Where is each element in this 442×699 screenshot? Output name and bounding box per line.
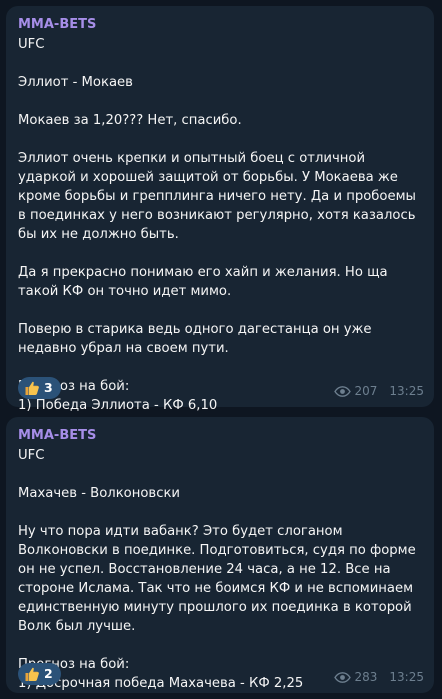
thumbs-up-icon xyxy=(25,381,39,395)
message-meta: 207 13:25 xyxy=(333,383,424,399)
message-bubble[interactable]: MMA-BETS UFC Махачев - Волконовски Ну чт… xyxy=(6,417,434,693)
message-text: UFC Эллиот - Мокаев Мокаев за 1,20??? Не… xyxy=(18,37,416,413)
message-time: 13:25 xyxy=(389,669,424,684)
message-bubble[interactable]: MMA-BETS UFC Эллиот - Мокаев Мокаев за 1… xyxy=(6,6,434,413)
channel-feed: MMA-BETS UFC Эллиот - Мокаев Мокаев за 1… xyxy=(0,0,442,699)
message-text: UFC Махачев - Волконовски Ну что пора ид… xyxy=(18,448,416,691)
sender-name[interactable]: MMA-BETS xyxy=(18,16,422,34)
eye-icon xyxy=(333,385,351,397)
view-count: 207 xyxy=(354,383,378,398)
thumbs-up-icon xyxy=(25,667,39,681)
view-count: 283 xyxy=(354,669,378,684)
reaction-count: 3 xyxy=(44,380,53,395)
reaction-button[interactable]: 2 xyxy=(18,663,61,685)
message-time: 13:25 xyxy=(389,383,424,398)
eye-icon xyxy=(333,671,351,683)
reaction-count: 2 xyxy=(44,666,53,681)
message-footer: 2 283 13:25 xyxy=(18,663,424,685)
message-footer: 3 207 13:25 xyxy=(18,377,424,399)
reaction-button[interactable]: 3 xyxy=(18,377,61,399)
sender-name[interactable]: MMA-BETS xyxy=(18,427,422,445)
message-meta: 283 13:25 xyxy=(333,669,424,685)
